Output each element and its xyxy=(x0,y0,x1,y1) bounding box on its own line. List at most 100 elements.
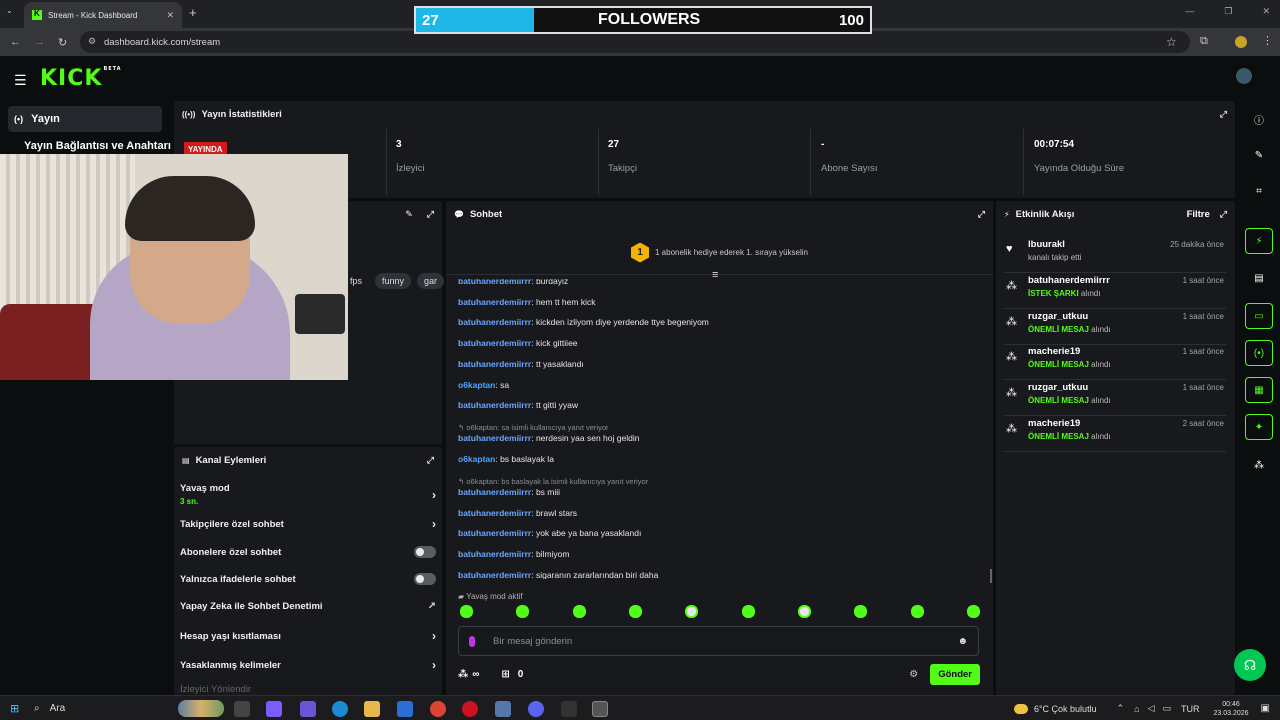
chat-username[interactable]: batuhanerdemiirrr xyxy=(458,528,531,538)
expand-icon[interactable]: ⤢ xyxy=(427,209,434,220)
browser-menu-icon[interactable]: ⋮ xyxy=(1262,34,1273,47)
filter-button[interactable]: Filtre xyxy=(1187,209,1210,220)
chat-username[interactable]: batuhanerdemiirrr xyxy=(458,317,531,327)
kick-logo[interactable]: KICKBETA xyxy=(40,66,122,91)
close-window-icon[interactable]: ✕ xyxy=(1262,6,1270,17)
chat-username[interactable]: batuhanerdemiirrr xyxy=(458,400,531,410)
expand-icon[interactable]: ⤢ xyxy=(1220,109,1227,120)
channel-actions-icon[interactable]: ▦ xyxy=(1245,377,1273,403)
chat-username[interactable]: batuhanerdemiirrr xyxy=(458,338,531,348)
tag[interactable]: fps xyxy=(350,273,369,289)
site-info-icon[interactable]: ⚙ xyxy=(88,36,96,47)
back-icon[interactable]: ← xyxy=(10,36,21,48)
emote-icon[interactable] xyxy=(516,605,530,618)
chat-icon[interactable]: ▭ xyxy=(1245,303,1273,329)
tab-close-icon[interactable]: ✕ xyxy=(166,10,174,21)
clock[interactable]: 00:46 23.03.2026 xyxy=(1214,700,1249,718)
activity-item[interactable]: ⁂ ruzgar_utkuu 1 saat önce ÖNEMLİ MESAJ alı… xyxy=(1004,309,1226,345)
bookmark-star-icon[interactable]: ☆ xyxy=(1166,35,1177,49)
new-tab-icon[interactable]: + xyxy=(189,5,197,20)
emote-icon[interactable] xyxy=(966,605,980,618)
tag[interactable]: gar xyxy=(417,273,445,289)
volume-icon[interactable]: ◁ xyxy=(1148,703,1155,714)
extensions-icon[interactable]: ⧉ xyxy=(1200,35,1208,48)
edit-icon[interactable]: ✎ xyxy=(405,209,413,220)
emote-icon[interactable] xyxy=(854,605,868,618)
network-icon[interactable]: ⌂ xyxy=(1134,704,1139,714)
activity-item[interactable]: ⁂ macherie19 2 saat önce ÖNEMLİ MESAJ alınd… xyxy=(1004,416,1226,452)
emote-icon[interactable] xyxy=(910,605,924,618)
support-chat-icon[interactable]: ☊ xyxy=(1234,649,1266,681)
chat-username[interactable]: batuhanerdemiirrr xyxy=(458,570,531,579)
emote-icon[interactable] xyxy=(685,605,699,618)
chat-settings-icon[interactable]: ⚙ xyxy=(909,669,918,680)
activity-feed-icon[interactable]: ⚡ xyxy=(1245,228,1273,254)
browser-tab[interactable]: Stream - Kick Dashboard ✕ xyxy=(24,2,182,28)
broadcast-icon[interactable]: (•) xyxy=(1245,340,1273,366)
sidebar-item-stream[interactable]: (•) Yayın xyxy=(8,106,162,132)
obs-icon[interactable] xyxy=(561,701,577,717)
gift-icon[interactable]: ⊞ xyxy=(501,669,509,680)
chat-input[interactable]: Bir mesaj gönderin ☻ xyxy=(458,626,979,656)
emoji-icon[interactable]: ☻ xyxy=(957,636,968,647)
task-view-icon[interactable] xyxy=(234,701,250,717)
chat-username[interactable]: batuhanerdemiirrr xyxy=(458,508,531,518)
activity-item[interactable]: ⁂ batuhanerdemiirrr 1 saat önce İSTEK ŞARKI… xyxy=(1004,273,1226,309)
steam-icon[interactable] xyxy=(495,701,511,717)
file-explorer-icon[interactable] xyxy=(364,701,380,717)
tag[interactable]: funny xyxy=(375,273,412,289)
chrome-icon[interactable] xyxy=(430,701,446,717)
copilot-icon[interactable] xyxy=(266,701,282,717)
chat-username[interactable]: batuhanerdemiirrr xyxy=(458,433,531,443)
opera-icon[interactable] xyxy=(462,701,478,717)
weather-widget[interactable]: 6°C Çok bulutlu xyxy=(1013,703,1097,714)
emote-icon[interactable] xyxy=(628,605,642,618)
chat-scrollbar[interactable] xyxy=(990,569,992,583)
battery-icon[interactable]: ▭ xyxy=(1162,703,1171,714)
raid-row[interactable]: İzleyici Yönlendir xyxy=(180,684,436,695)
minimize-icon[interactable]: — xyxy=(1185,6,1194,17)
url-field[interactable]: ⚙ dashboard.kick.com/stream xyxy=(80,31,1190,53)
info-icon[interactable]: ⓘ xyxy=(1245,106,1273,132)
expand-icon[interactable]: ⤢ xyxy=(1220,209,1227,220)
gift-leaderboard-banner[interactable]: 1 1 abonelik hediye ederek 1. sıraya yük… xyxy=(446,231,993,275)
notes-icon[interactable]: ▤ xyxy=(1245,265,1273,291)
clip-icon[interactable]: ⌗ xyxy=(1245,178,1273,204)
expand-icon[interactable]: ⤢ xyxy=(427,455,434,466)
emote-icon[interactable] xyxy=(460,605,473,618)
chat-username[interactable]: batuhanerdemiirrr xyxy=(458,487,531,497)
points-icon[interactable]: ⁂ xyxy=(458,669,468,680)
slow-mode-row[interactable]: Yavaş mod 3 sn. › xyxy=(180,483,436,506)
activity-item[interactable]: ⁂ ruzgar_utkuu 1 saat önce ÖNEMLİ MESAJ alı… xyxy=(1004,380,1226,417)
windows-start-icon[interactable]: ⊞ xyxy=(10,702,19,715)
emotes-only-toggle[interactable] xyxy=(414,573,436,585)
activity-item[interactable]: ⁂ macherie19 1 saat önce ÖNEMLİ MESAJ alınd… xyxy=(1004,344,1226,381)
followers-only-row[interactable]: Takipçilere özel sohbet › xyxy=(180,517,436,531)
restore-icon[interactable]: ❐ xyxy=(1224,6,1232,17)
reload-icon[interactable]: ↻ xyxy=(58,36,67,49)
microphone-icon[interactable] xyxy=(469,635,475,647)
chat-username[interactable]: batuhanerdemiirrr xyxy=(458,279,531,286)
language-indicator[interactable]: TUR xyxy=(1181,704,1200,714)
account-age-row[interactable]: Hesap yaşı kısıtlaması › xyxy=(180,629,436,643)
send-button[interactable]: Gönder xyxy=(930,663,980,685)
emote-icon[interactable] xyxy=(741,605,755,618)
active-app-icon[interactable] xyxy=(592,701,608,717)
forward-icon[interactable]: → xyxy=(34,36,45,48)
emote-icon[interactable] xyxy=(572,605,586,618)
outlook-icon[interactable] xyxy=(397,701,413,717)
tools-icon[interactable]: ✦ xyxy=(1245,414,1273,440)
user-avatar[interactable] xyxy=(1236,68,1252,84)
chat-username[interactable]: batuhanerdemiirrr xyxy=(458,297,531,307)
chat-username[interactable]: o6kaptan xyxy=(458,380,495,390)
banned-words-row[interactable]: Yasaklanmış kelimeler › xyxy=(180,658,436,672)
emote-icon[interactable] xyxy=(797,605,811,618)
ai-moderation-row[interactable]: Yapay Zeka ile Sohbet Denetimi ↗ xyxy=(180,601,436,612)
reply-context[interactable]: ↰ o6kaptan: bs baslayak la isimli kullan… xyxy=(458,477,648,486)
chat-username[interactable]: batuhanerdemiirrr xyxy=(458,549,531,559)
subs-only-toggle[interactable] xyxy=(414,546,436,558)
expand-icon[interactable]: ⤢ xyxy=(978,209,985,220)
app-icon[interactable] xyxy=(300,701,316,717)
taskbar-search[interactable]: ⌕ Ara xyxy=(34,700,224,717)
chat-username[interactable]: o6kaptan xyxy=(458,454,495,464)
